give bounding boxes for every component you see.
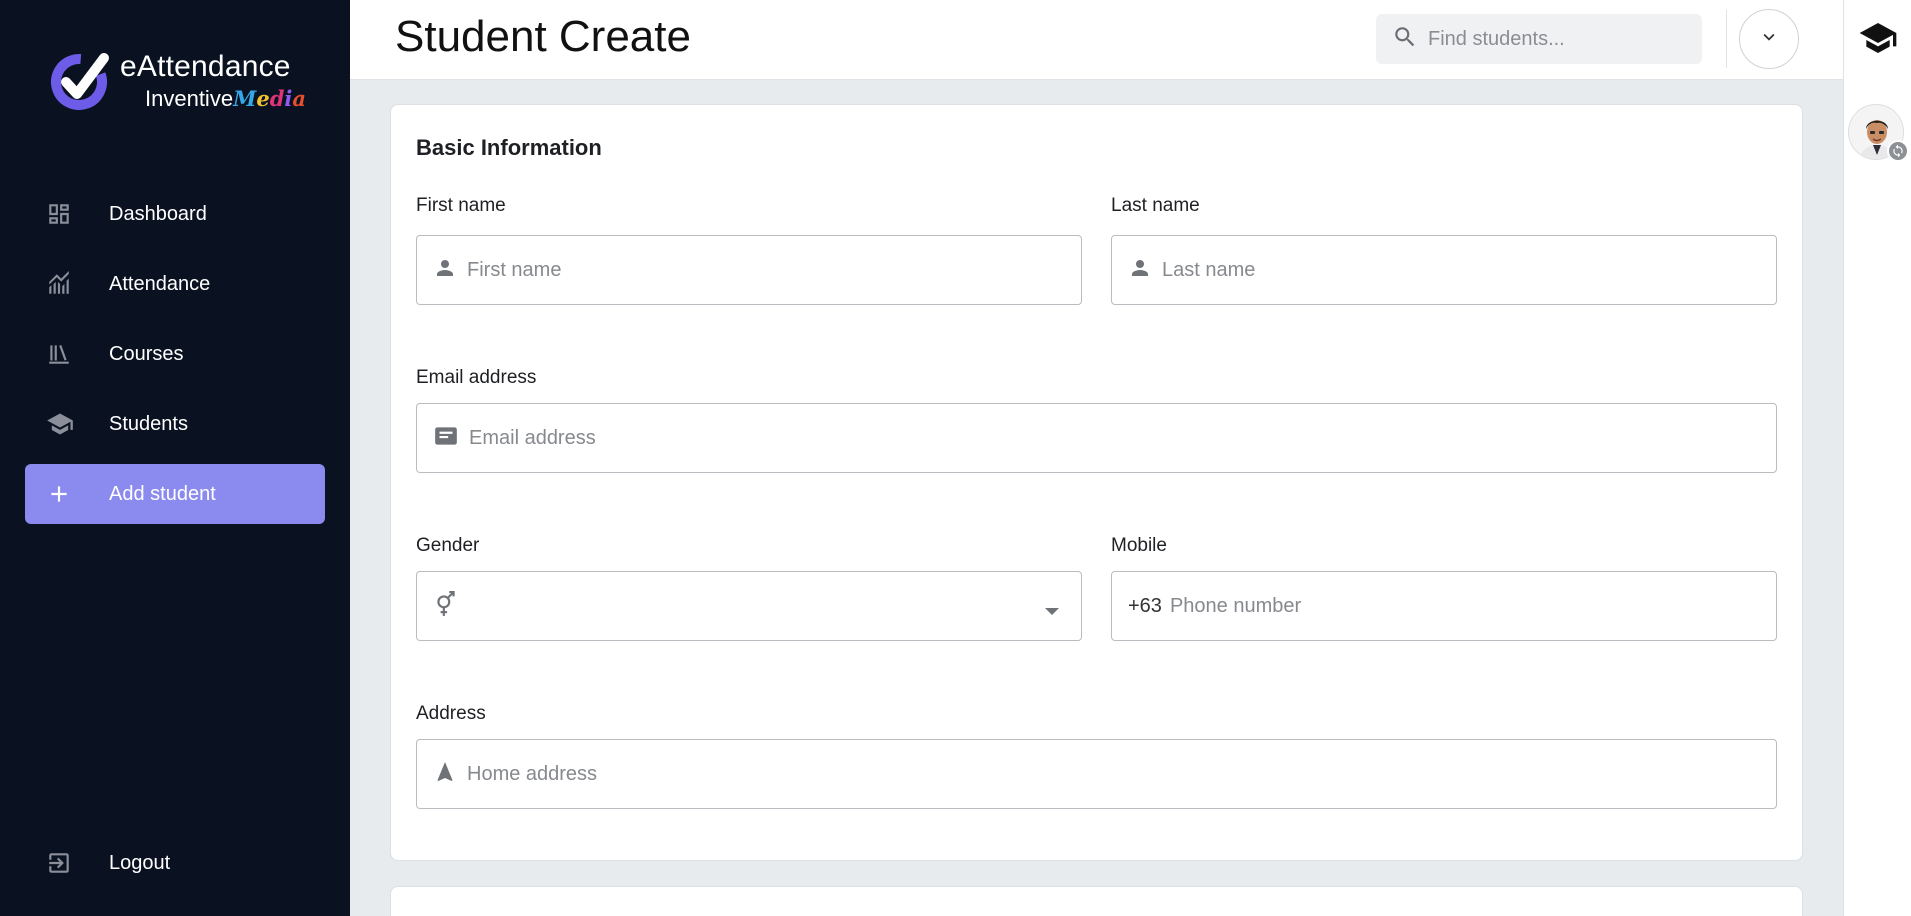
dashboard-icon [25,201,109,227]
first-name-input[interactable] [467,258,1081,282]
app-title: eAttendance [120,50,291,83]
accent-letter: M [233,86,257,111]
right-rail [1843,0,1911,916]
sidebar-item-label: Courses [109,342,184,365]
app-subtitle: InventiveMedia [145,86,306,112]
top-bar: Student Create [350,0,1843,80]
last-name-input[interactable] [1162,258,1776,282]
app-logo[interactable]: eAttendance InventiveMedia [48,44,306,114]
sidebar-item-students[interactable]: Students [25,394,325,454]
sidebar-item-add-student[interactable]: Add student [25,464,325,524]
id-card-icon [433,423,459,454]
page-title: Student Create [395,12,691,61]
email-input[interactable] [469,426,1776,450]
email-field[interactable] [416,403,1777,473]
sidebar-item-attendance[interactable]: Attendance [25,254,325,314]
graduation-cap-icon[interactable] [1858,18,1898,63]
plus-icon [25,481,109,507]
accent-letter: a [292,86,306,111]
search-input[interactable] [1428,27,1688,51]
mobile-label: Mobile [1111,535,1167,556]
account-menu-button[interactable] [1739,9,1799,69]
person-icon [433,256,457,285]
sync-icon [1887,140,1909,162]
chart-icon [25,271,109,297]
chevron-down-icon [1758,26,1780,53]
basic-information-card: Basic Information First name Last name E… [390,104,1803,861]
subtitle-plain: Inventive [145,86,234,111]
email-label: Email address [416,367,537,388]
divider [1726,10,1727,68]
school-icon [25,410,109,438]
sidebar-item-label: Students [109,412,188,435]
gender-label: Gender [416,535,480,556]
first-name-label: First name [416,195,506,216]
address-input[interactable] [467,762,1776,786]
logo-check-icon [51,53,109,110]
gender-icon [433,590,459,622]
dropdown-arrow-icon [1045,603,1059,621]
search-icon [1392,24,1418,55]
sidebar-item-dashboard[interactable]: Dashboard [25,184,325,244]
last-name-label: Last name [1111,195,1200,216]
next-section-card [390,886,1803,916]
phone-input[interactable] [1169,594,1776,618]
sidebar: eAttendance InventiveMedia Dashboard Att… [0,0,350,916]
sidebar-nav: Dashboard Attendance Courses Students Ad… [25,184,325,534]
accent-letter: e [256,86,270,111]
accent-letter: d [269,86,285,111]
sidebar-item-courses[interactable]: Courses [25,324,325,384]
first-name-field[interactable] [416,235,1082,305]
books-icon [25,341,109,367]
address-label: Address [416,703,486,724]
last-name-field[interactable] [1111,235,1777,305]
section-title: Basic Information [416,135,602,160]
person-icon [1128,256,1152,285]
sidebar-item-label: Attendance [109,272,211,295]
sidebar-item-label: Dashboard [109,202,207,225]
search-box[interactable] [1376,14,1702,64]
logout-icon [25,850,109,876]
address-field[interactable] [416,739,1777,809]
mobile-field[interactable]: +63 [1111,571,1777,641]
logout-label: Logout [109,851,171,874]
gender-select[interactable] [416,571,1082,641]
country-code-prefix: +63 [1128,594,1162,617]
subtitle-accent: Media [233,86,306,111]
navigation-arrow-icon [433,760,457,789]
logout-button[interactable]: Logout [25,833,325,893]
sidebar-item-label: Add student [109,482,216,505]
